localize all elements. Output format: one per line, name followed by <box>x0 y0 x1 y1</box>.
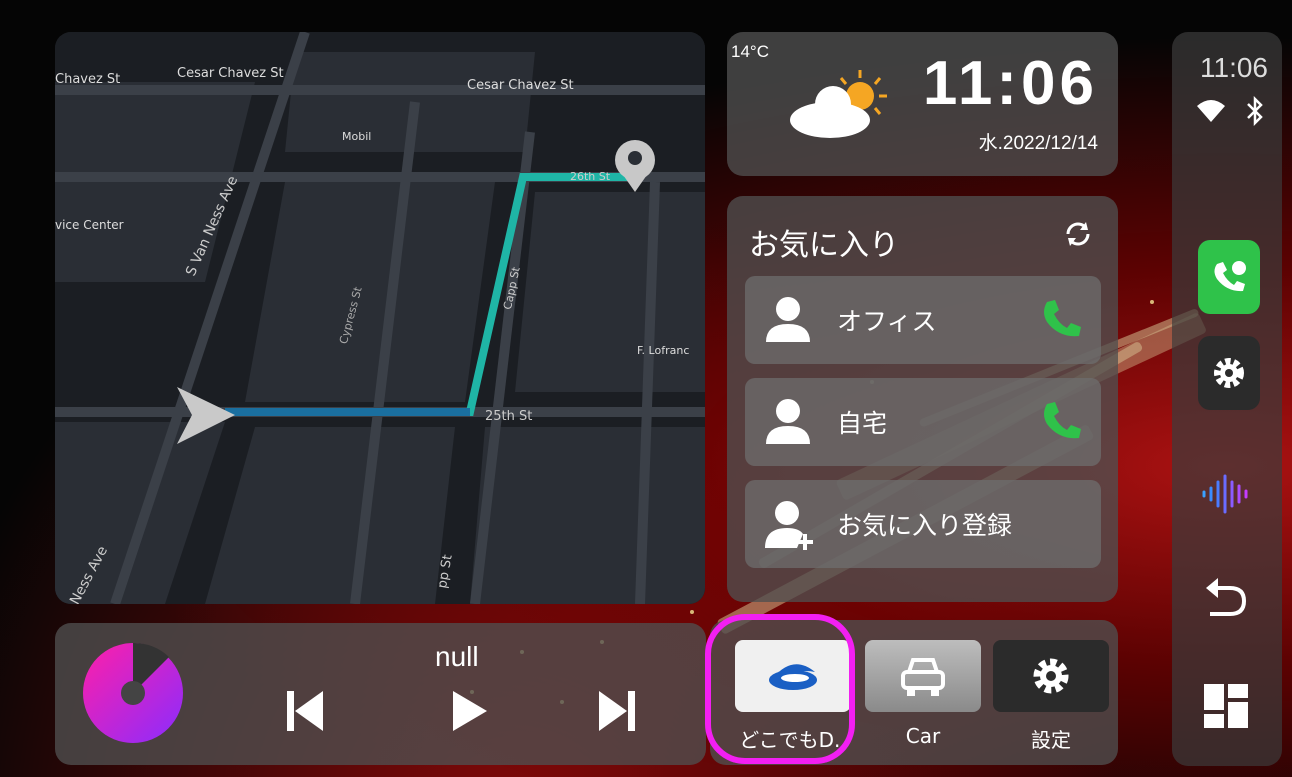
map-label: 26th St <box>570 170 611 183</box>
map-label: Mobil <box>342 130 372 143</box>
music-disc-icon[interactable] <box>81 641 185 745</box>
settings-icon <box>1214 358 1244 388</box>
app-label: 設定 <box>1031 728 1071 752</box>
map-label: vice Center <box>55 218 124 232</box>
car-icon <box>901 658 945 696</box>
map-label: Cesar Chavez St <box>177 66 284 81</box>
add-person-icon <box>765 501 813 550</box>
track-title: null <box>435 641 479 672</box>
wifi-icon <box>1197 100 1225 122</box>
next-icon[interactable] <box>597 689 637 733</box>
map-label: 25th St <box>485 409 533 424</box>
dashboard-icon[interactable] <box>1202 682 1250 730</box>
favorite-item-home[interactable]: 自宅 <box>745 378 1101 466</box>
app-label: Car <box>905 724 941 748</box>
wallpaper-dot <box>1150 300 1154 304</box>
status-time: 11:06 <box>1200 52 1268 83</box>
wallpaper-dot <box>690 610 694 614</box>
favorite-item-add[interactable]: お気に入り登録 <box>745 480 1101 568</box>
map-label: Chavez St <box>55 72 121 87</box>
person-icon <box>766 399 810 444</box>
voice-icon[interactable] <box>1200 472 1256 516</box>
partly-cloudy-icon <box>790 70 887 138</box>
phone-app-button[interactable] <box>1198 240 1260 314</box>
favorite-label: オフィス <box>837 307 937 336</box>
app-tile <box>993 640 1109 712</box>
previous-icon[interactable] <box>285 689 325 733</box>
weather-clock-widget[interactable]: 14°C 11:06 水.2022/12/14 <box>727 32 1118 176</box>
app-car[interactable]: Car <box>865 640 981 752</box>
favorite-label: お気に入り登録 <box>837 511 1013 540</box>
favorites-widget: お気に入り オフィス 自宅 お気に入り登録 <box>727 196 1118 602</box>
favorite-item-office[interactable]: オフィス <box>745 276 1101 364</box>
favorite-label: 自宅 <box>837 409 888 438</box>
person-icon <box>766 297 810 342</box>
favorites-title: お気に入り <box>749 228 899 263</box>
app-settings[interactable]: 設定 <box>993 640 1109 752</box>
phone-icon[interactable] <box>1039 296 1085 342</box>
settings-button[interactable] <box>1198 336 1260 410</box>
settings-icon <box>1033 658 1069 694</box>
map-canvas <box>55 32 705 604</box>
highlight-circle <box>705 614 855 764</box>
play-icon[interactable] <box>449 689 489 733</box>
clock-time: 11:06 <box>922 49 1098 118</box>
system-dock: 11:06 <box>1172 32 1282 766</box>
temperature: 14°C <box>731 42 769 61</box>
app-tile <box>865 640 981 712</box>
map-label: F. Lofranc <box>637 344 690 357</box>
back-icon[interactable] <box>1202 572 1250 620</box>
navigation-map[interactable]: Chavez St Cesar Chavez St Cesar Chavez S… <box>55 32 705 604</box>
clock-date: 水.2022/12/14 <box>978 133 1098 154</box>
media-player: null <box>55 623 706 765</box>
refresh-icon[interactable] <box>1062 218 1094 250</box>
phone-app-icon <box>1214 261 1246 292</box>
map-label: Cesar Chavez St <box>467 78 574 93</box>
bluetooth-icon <box>1247 96 1263 126</box>
phone-icon[interactable] <box>1039 398 1085 444</box>
